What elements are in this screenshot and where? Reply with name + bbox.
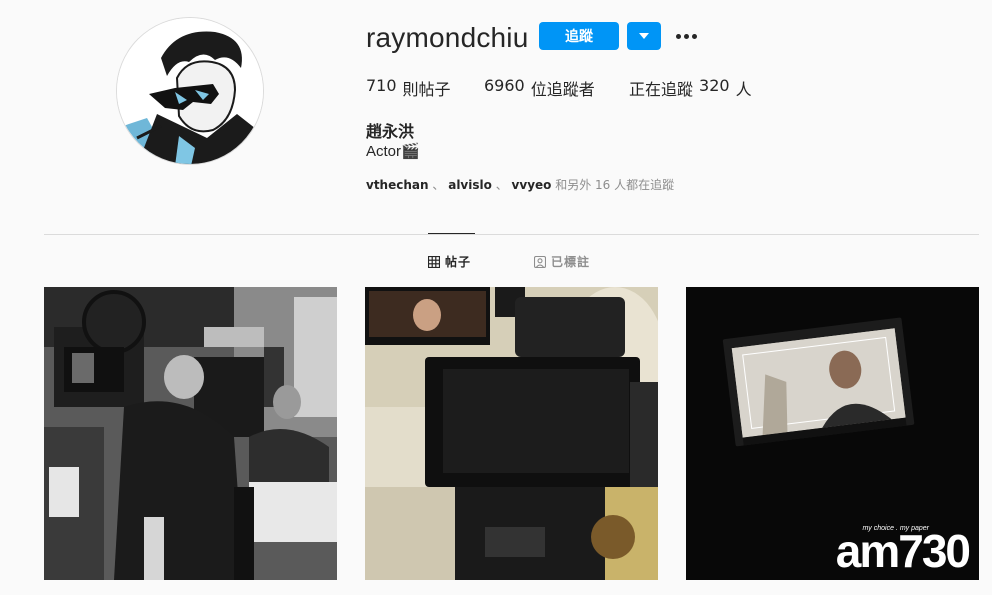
avatar-illustration	[117, 18, 263, 164]
post-thumbnail[interactable]	[44, 287, 337, 580]
profile-bio: Actor🎬	[366, 143, 420, 160]
more-dot	[683, 33, 689, 39]
profile-username: raymondchiu	[366, 22, 529, 53]
followers-count: 6960	[484, 76, 525, 95]
grid-icon	[428, 255, 440, 268]
followed-by-user[interactable]: alvislo	[448, 178, 492, 192]
active-tab-indicator	[428, 233, 475, 234]
chevron-down-icon	[639, 33, 649, 39]
more-dot	[691, 33, 697, 39]
suggested-accounts-button[interactable]	[627, 22, 661, 50]
followed-by-user[interactable]: vthechan	[366, 178, 429, 192]
followers-label: 位追蹤者	[530, 80, 595, 99]
tabs-divider	[44, 234, 979, 235]
follow-button[interactable]: 追蹤	[539, 22, 619, 50]
posts-label: 則帖子	[402, 80, 451, 99]
following-prefix: 正在追蹤	[629, 80, 694, 99]
following-suffix: 人	[735, 80, 752, 99]
post-thumbnail[interactable]	[365, 287, 658, 580]
profile-stats: 710 則帖子 6960 位追蹤者 正在追蹤 320 人	[366, 76, 752, 100]
post-image	[44, 287, 337, 580]
followed-by-suffix: 和另外 16 人都在追蹤	[555, 178, 675, 192]
more-dot	[675, 33, 681, 39]
post-watermark: my choice . my paper am730	[835, 525, 971, 577]
more-options-icon[interactable]	[673, 26, 699, 46]
tab-tagged-label: 已標註	[551, 255, 591, 269]
following-count: 320	[699, 76, 730, 95]
followed-by-user[interactable]: vvyeo	[512, 178, 552, 192]
watermark-logo: am730	[835, 525, 971, 577]
tab-tagged[interactable]: 已標註	[534, 253, 590, 270]
followers-stat[interactable]: 6960 位追蹤者	[484, 76, 629, 100]
post-thumbnail[interactable]: my choice . my paper am730	[686, 287, 979, 580]
posts-count: 710	[366, 76, 397, 95]
profile-full-name: 趙永洪	[366, 122, 415, 141]
tab-posts-label: 帖子	[445, 255, 472, 269]
profile-avatar[interactable]	[116, 17, 264, 165]
tab-posts[interactable]: 帖子	[428, 253, 471, 270]
posts-stat: 710 則帖子	[366, 76, 484, 100]
followed-by[interactable]: vthechan 、 alvislo 、 vvyeo 和另外 16 人都在追蹤	[366, 176, 674, 193]
tagged-icon	[534, 255, 546, 268]
post-image	[365, 287, 658, 580]
following-stat[interactable]: 正在追蹤 320 人	[629, 76, 752, 100]
separator: 、	[495, 178, 508, 192]
separator: 、	[432, 178, 445, 192]
